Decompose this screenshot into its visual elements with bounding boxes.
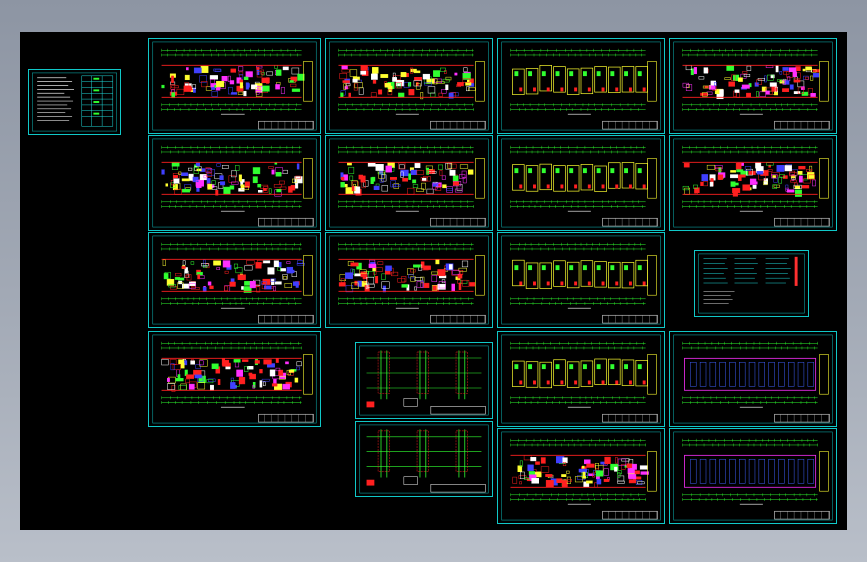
- floor-plan-sheet[interactable]: [497, 428, 665, 524]
- floor-plan-sheet[interactable]: [497, 232, 665, 328]
- floor-plan-sheet[interactable]: [669, 428, 837, 524]
- floor-plan-drawing: [329, 41, 489, 131]
- legend-drawing: [698, 253, 805, 314]
- floor-plan-sheet[interactable]: [325, 38, 493, 134]
- floor-plan-drawing: [673, 138, 833, 228]
- floor-plan-drawing: [501, 334, 661, 424]
- notes-drawing: [32, 72, 117, 132]
- floor-plan-drawing: [329, 235, 489, 325]
- floor-plan-drawing: [501, 41, 661, 131]
- riser-diagram-sheet[interactable]: [355, 421, 493, 497]
- cad-model-space-canvas[interactable]: [20, 32, 847, 530]
- floor-plan-drawing: [501, 138, 661, 228]
- floor-plan-sheet[interactable]: [669, 38, 837, 134]
- floor-plan-drawing: [501, 431, 661, 521]
- floor-plan-sheet[interactable]: [148, 331, 321, 427]
- floor-plan-sheet[interactable]: [148, 135, 321, 231]
- floor-plan-sheet[interactable]: [148, 232, 321, 328]
- floor-plan-sheet[interactable]: [669, 135, 837, 231]
- legend-sheet[interactable]: [694, 250, 809, 317]
- riser-diagram-drawing: [359, 345, 489, 416]
- floor-plan-sheet[interactable]: [325, 135, 493, 231]
- floor-plan-sheet[interactable]: [148, 38, 321, 134]
- floor-plan-drawing: [501, 235, 661, 325]
- floor-plan-drawing: [152, 235, 317, 325]
- floor-plan-drawing: [673, 334, 833, 424]
- floor-plan-sheet[interactable]: [325, 232, 493, 328]
- floor-plan-drawing: [673, 431, 833, 521]
- floor-plan-sheet[interactable]: [497, 38, 665, 134]
- riser-diagram-sheet[interactable]: [355, 342, 493, 419]
- riser-diagram-drawing: [359, 424, 489, 494]
- floor-plan-sheet[interactable]: [669, 331, 837, 427]
- floor-plan-drawing: [152, 41, 317, 131]
- floor-plan-drawing: [152, 138, 317, 228]
- floor-plan-sheet[interactable]: [497, 331, 665, 427]
- floor-plan-drawing: [329, 138, 489, 228]
- floor-plan-drawing: [673, 41, 833, 131]
- floor-plan-sheet[interactable]: [497, 135, 665, 231]
- floor-plan-drawing: [152, 334, 317, 424]
- notes-sheet[interactable]: [28, 69, 121, 135]
